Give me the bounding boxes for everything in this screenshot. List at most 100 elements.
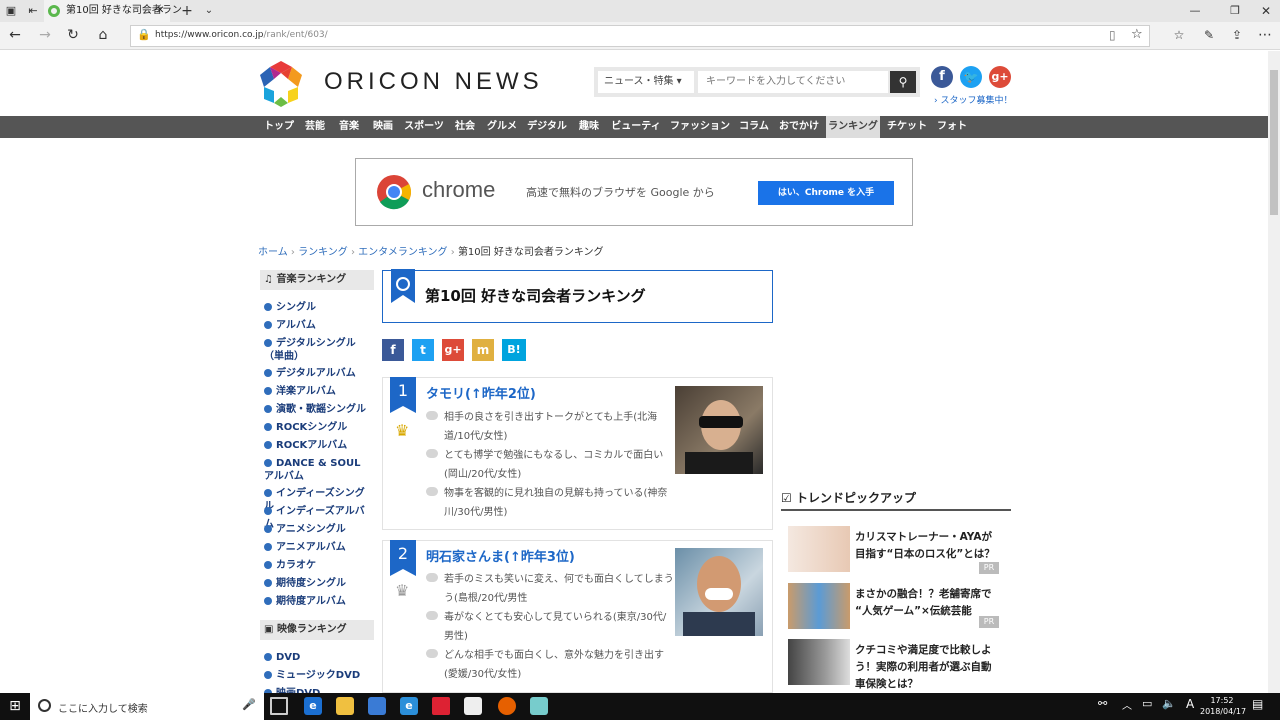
refresh-icon[interactable]: ↻ xyxy=(62,24,84,48)
share-facebook-button[interactable]: f xyxy=(382,339,404,361)
nav-item[interactable]: チケット xyxy=(884,116,930,138)
volume-icon[interactable]: 🔈 xyxy=(1162,697,1176,710)
trend-item-3[interactable]: クチコミや満足度で比較しよ う！実際の利用者が選ぶ自動 車保険とは？ xyxy=(785,639,1005,691)
firefox-icon[interactable] xyxy=(498,697,516,715)
close-window-icon[interactable]: ✕ xyxy=(1252,0,1280,22)
nav-item[interactable]: 音楽 xyxy=(334,116,364,138)
people-icon[interactable]: ⚯ xyxy=(1098,697,1107,710)
file-explorer-icon[interactable] xyxy=(336,697,354,715)
sidebar-music-link[interactable]: アニメアルバム xyxy=(264,541,372,554)
sidebar-music-link[interactable]: 洋楽アルバム xyxy=(264,385,372,398)
entry-name-2[interactable]: 明石家さんま(↑昨年3位) xyxy=(426,546,575,565)
sidebar-music-link[interactable]: アルバム xyxy=(264,319,372,332)
logo-text[interactable]: ORICON NEWS xyxy=(324,68,543,96)
network-icon[interactable]: ▭ xyxy=(1142,697,1152,710)
microphone-icon[interactable]: 🎤 xyxy=(242,698,256,711)
favicon-icon xyxy=(48,5,60,17)
window-menu-icon[interactable]: ▣ xyxy=(2,0,20,22)
sidebar-music-link[interactable]: デジタルシングル（単曲） xyxy=(264,337,372,363)
facebook-icon[interactable]: f xyxy=(931,66,953,88)
nav-item[interactable]: コラム xyxy=(736,116,772,138)
sidebar-music-link[interactable]: 期待度アルバム xyxy=(264,595,372,608)
maximize-icon[interactable]: ❐ xyxy=(1220,0,1250,22)
sidebar-music-link[interactable]: 期待度シングル xyxy=(264,577,372,590)
taskbar-search[interactable]: ここに入力して検索 🎤 xyxy=(30,693,264,720)
share-mixi-button[interactable]: m xyxy=(472,339,494,361)
sidebar-music-link[interactable]: デジタルアルバム xyxy=(264,367,372,380)
sidebar-video-link[interactable]: DVD xyxy=(264,651,300,664)
sidebar-music-link[interactable]: ROCKアルバム xyxy=(264,439,372,452)
search-category-select[interactable]: ニュース・特集 ▾ xyxy=(598,71,694,93)
sidebar-music-link[interactable]: カラオケ xyxy=(264,559,372,572)
favorite-star-icon[interactable]: ☆ xyxy=(1131,27,1143,42)
staff-recruit-link[interactable]: › スタッフ募集中！ xyxy=(934,93,1012,106)
app-icon[interactable] xyxy=(432,697,450,715)
sanma-photo[interactable] xyxy=(675,548,763,636)
nav-item[interactable]: 社会 xyxy=(450,116,480,138)
nav-item[interactable]: ビューティ xyxy=(608,116,664,138)
nav-item[interactable]: フォト xyxy=(934,116,970,138)
breadcrumb-entame[interactable]: エンタメランキング xyxy=(358,247,447,258)
tab-close-icon[interactable]: ✕ xyxy=(156,3,164,19)
sidebar-music-link[interactable]: 演歌・歌謡シングル xyxy=(264,403,372,416)
tab-list-chevron-icon[interactable]: ⌄ xyxy=(200,0,218,22)
ime-indicator[interactable]: A xyxy=(1186,697,1194,711)
nav-item[interactable]: 趣味 xyxy=(574,116,604,138)
entry-name-1[interactable]: タモリ(↑昨年2位) xyxy=(426,383,536,402)
tray-chevron-icon[interactable]: ︿ xyxy=(1122,697,1132,712)
nav-item[interactable]: 芸能 xyxy=(300,116,330,138)
browser-tab[interactable]: 第10回 好きな司会者ラン ✕ xyxy=(44,0,182,22)
address-bar[interactable]: 🔒 https://www.oricon.co.jp/rank/ent/603/… xyxy=(130,25,1150,47)
more-icon[interactable]: ⋯ xyxy=(1254,24,1276,48)
tamori-photo[interactable] xyxy=(675,386,763,474)
share-googleplus-button[interactable]: g+ xyxy=(442,339,464,361)
sidebar-music-link[interactable]: ROCKシングル xyxy=(264,421,372,434)
trend-item-1[interactable]: カリスマトレーナー・AYAが 目指す“日本のロス化”とは？ PR xyxy=(785,526,1005,574)
mail-icon[interactable] xyxy=(464,697,482,715)
breadcrumb-home[interactable]: ホーム xyxy=(258,247,288,258)
trend-thumb-2 xyxy=(788,583,850,629)
back-icon[interactable]: ← xyxy=(4,24,26,48)
action-center-icon[interactable]: ▤ xyxy=(1252,697,1263,711)
nav-item[interactable]: デジタル xyxy=(524,116,570,138)
share-twitter-button[interactable]: t xyxy=(412,339,434,361)
ie-icon[interactable]: e xyxy=(400,697,418,715)
trend-item-2[interactable]: まさかの融合！？老舗寄席で “人気ゲーム”×伝統芸能 PR xyxy=(785,583,1005,631)
tab-preview-icon[interactable]: ⇤ xyxy=(24,0,42,22)
scrollbar-thumb[interactable] xyxy=(1270,70,1278,215)
new-tab-icon[interactable]: + xyxy=(176,0,198,22)
paint-icon[interactable] xyxy=(530,697,548,715)
search-input[interactable]: キーワードを入力してください xyxy=(698,71,888,93)
windows-start-icon[interactable]: ⊞ xyxy=(0,693,30,720)
breadcrumb-ranking[interactable]: ランキング xyxy=(298,247,348,258)
minimize-icon[interactable]: — xyxy=(1180,0,1210,22)
sidebar-music-link[interactable]: アニメシングル xyxy=(264,523,372,536)
googleplus-icon[interactable]: g+ xyxy=(989,66,1011,88)
edge-taskbar-icon[interactable]: e xyxy=(304,697,322,715)
nav-item[interactable]: 映画 xyxy=(368,116,398,138)
oricon-logo-icon[interactable] xyxy=(258,59,304,109)
chrome-ad-banner[interactable]: chrome 高速で無料のブラウザを Google から はい、Chrome を… xyxy=(355,158,913,226)
hub-icon[interactable]: ☆ xyxy=(1168,24,1190,48)
nav-item[interactable]: ランキング xyxy=(826,116,880,138)
search-button[interactable]: ⚲ xyxy=(890,71,916,93)
nav-item[interactable]: スポーツ xyxy=(402,116,446,138)
notes-icon[interactable]: ✎ xyxy=(1198,24,1220,48)
nav-item[interactable]: おでかけ xyxy=(776,116,822,138)
taskbar-clock[interactable]: 17:52 2018/04/17 xyxy=(1200,695,1246,717)
ad-button[interactable]: はい、Chrome を入手 xyxy=(758,181,894,205)
share-icon[interactable]: ⇪ xyxy=(1226,24,1248,48)
nav-item[interactable]: ファッション xyxy=(668,116,732,138)
sidebar-music-link[interactable]: シングル xyxy=(264,301,372,314)
home-icon[interactable]: ⌂ xyxy=(92,24,114,48)
forward-icon[interactable]: → xyxy=(34,24,56,48)
reading-view-icon[interactable]: ▯ xyxy=(1109,28,1116,42)
store-icon[interactable] xyxy=(368,697,386,715)
task-view-icon[interactable] xyxy=(270,697,288,715)
nav-item[interactable]: グルメ xyxy=(484,116,520,138)
share-hatena-button[interactable]: B! xyxy=(502,339,526,361)
sidebar-video-link[interactable]: ミュージックDVD xyxy=(264,669,360,682)
twitter-icon[interactable]: 🐦 xyxy=(960,66,982,88)
nav-item[interactable]: トップ xyxy=(262,116,296,138)
sidebar-music-link[interactable]: DANCE & SOUL アルバム xyxy=(264,457,372,483)
